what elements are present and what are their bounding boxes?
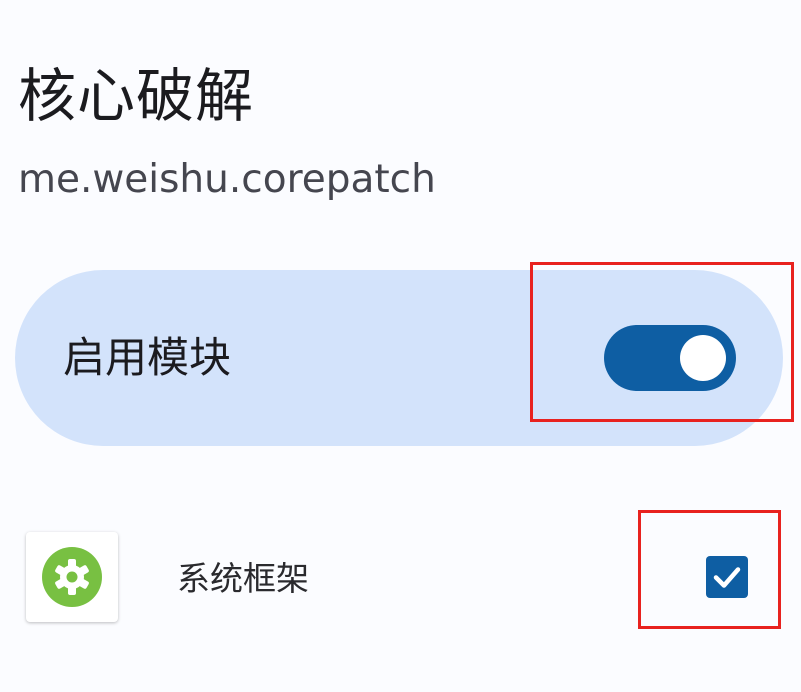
module-title: 核心破解: [18, 62, 255, 130]
highlight-box-toggle: [530, 262, 794, 422]
settings-gear-icon: [42, 547, 102, 607]
app-icon: [26, 532, 118, 622]
highlight-box-checkbox: [638, 510, 781, 629]
module-package-name: me.weishu.corepatch: [18, 157, 436, 202]
scope-item-label: 系统框架: [177, 559, 309, 598]
enable-module-label: 启用模块: [63, 333, 232, 382]
